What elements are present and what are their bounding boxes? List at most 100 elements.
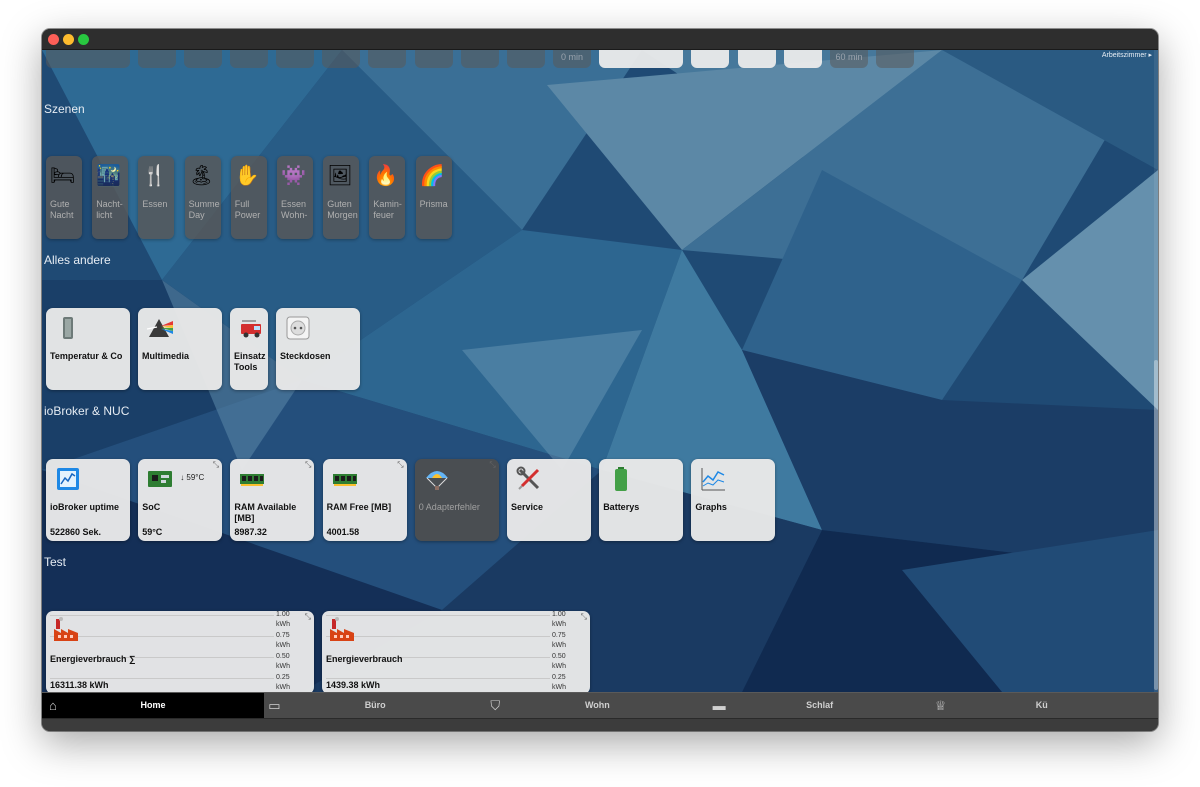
tile-power-socket[interactable]: Steckdosen — [276, 308, 360, 390]
circuit-board-icon — [147, 466, 173, 492]
chart-gridline — [50, 615, 274, 616]
section-title-scenes: Szenen — [44, 102, 85, 116]
resize-corner-icon: ⤡ — [397, 460, 404, 469]
scene-button[interactable]: 👾 Essen Wohn- — [277, 156, 313, 239]
scene-button[interactable]: 🔥 Kamin- feuer — [369, 156, 406, 239]
nav-tab-schlaf[interactable]: ▬ Schlaf — [709, 693, 931, 719]
tile-iobroker[interactable]: Batterys — [599, 459, 684, 541]
chart-gridline — [326, 615, 550, 616]
tile-thermometer[interactable]: Temperatur & Co — [46, 308, 130, 390]
scene-button[interactable]: ✋ Full Power — [230, 156, 267, 239]
scene-label: Kamin- feuer — [373, 199, 402, 220]
dashboard-content: Arbeitszimmer ▸ 0 min 60 min Szenen 🛏 Gute… — [42, 50, 1158, 692]
bed-icon: 🛏 — [50, 165, 76, 187]
minimize-window-button[interactable] — [63, 34, 74, 45]
close-window-button[interactable] — [48, 34, 59, 45]
nav-tab-kü[interactable]: ♕ Kü — [931, 693, 1153, 719]
nav-label: Home — [140, 700, 166, 710]
scene-button[interactable]: 🍴 Essen — [138, 156, 175, 239]
scene-button[interactable]: 🖼 Guten Morgen — [323, 156, 360, 239]
scene-label: Prisma — [419, 199, 448, 209]
tile-value: 8987.32 — [234, 527, 267, 537]
nav-label: Büro — [364, 700, 386, 710]
prism-icon — [146, 315, 173, 341]
energy-value: 16311.38 kWh — [50, 680, 109, 690]
top-tile[interactable] — [691, 50, 729, 68]
top-tile[interactable] — [46, 50, 130, 68]
power-socket-icon — [285, 315, 311, 341]
tile-label: Einsatz Tools — [234, 351, 266, 372]
top-tile[interactable] — [738, 50, 776, 68]
zoom-window-button[interactable] — [78, 34, 89, 45]
scene-label: Summe Day — [188, 199, 220, 220]
energy-chart-tile[interactable]: 1.00 kWh0.75 kWh0.50 kWh0.25 kWh0.00⤡Ene… — [46, 611, 314, 692]
tile-iobroker[interactable]: ⤡ RAM Free [MB] 4001.58 — [322, 459, 407, 541]
top-tile[interactable] — [368, 50, 406, 68]
tile-label: 0 Adapterfehler — [418, 502, 480, 512]
resize-corner-icon: ⤡ — [304, 460, 312, 469]
section-title-iobroker: ioBroker & NUC — [44, 404, 130, 418]
nav-tab-büro[interactable]: ▭ Büro — [264, 693, 486, 719]
tile-prism[interactable]: Multimedia — [138, 308, 222, 390]
top-tile[interactable] — [276, 50, 314, 68]
top-tile[interactable] — [599, 50, 683, 68]
section-title-others: Alles andere — [44, 253, 111, 267]
scene-button[interactable]: 🛏 Gute Nacht — [46, 156, 82, 239]
top-tile[interactable] — [138, 50, 176, 68]
top-tile-label: 60 min — [835, 52, 863, 62]
night-light-icon: 🌃 — [96, 165, 122, 187]
tile-iobroker[interactable]: ⤡ RAM Available [MB] 8987.32 — [230, 459, 315, 541]
scene-label: Essen Wohn- — [281, 199, 308, 220]
tile-iobroker[interactable]: ioBroker uptime 522860 Sek. — [46, 459, 130, 541]
tile-iobroker[interactable]: ⤡ 0 Adapterfehler — [414, 459, 499, 541]
ram-icon — [239, 466, 265, 492]
nav-label: Kü — [1035, 700, 1048, 710]
chart-axis-label: 0.50 kWh — [552, 653, 566, 670]
top-tile[interactable] — [784, 50, 822, 68]
chart-axis-label: 0.75 kWh — [276, 632, 290, 649]
beach-icon: 🏝 — [188, 165, 214, 187]
scene-button[interactable]: 🏝 Summe Day — [184, 156, 221, 239]
tile-label: Service — [511, 502, 544, 512]
resize-corner-icon: ⤡ — [212, 460, 220, 469]
top-tile[interactable] — [184, 50, 222, 68]
top-tile[interactable] — [507, 50, 545, 68]
top-tile[interactable]: 0 min — [553, 50, 591, 68]
scrollbar[interactable] — [1154, 50, 1158, 692]
top-tile[interactable] — [230, 50, 268, 68]
cookie-monster-icon: 👾 — [281, 165, 306, 187]
tile-label: Multimedia — [142, 351, 190, 361]
resize-corner-icon: ⤡ — [304, 612, 311, 621]
top-tile[interactable]: 60 min — [830, 50, 868, 68]
resize-corner-icon: ⤡ — [489, 460, 496, 469]
top-tile[interactable] — [461, 50, 499, 68]
nav-tab-home[interactable]: ⌂ Home — [42, 693, 264, 719]
tile-fire-truck[interactable]: Einsatz Tools — [230, 308, 268, 390]
top-tile[interactable] — [322, 50, 360, 68]
scene-button[interactable]: 🌃 Nacht- licht — [92, 156, 129, 239]
top-tile[interactable] — [876, 50, 914, 68]
tile-label: RAM Available [MB] — [234, 502, 297, 523]
scrollbar-thumb[interactable] — [1154, 360, 1158, 690]
nav-tab-wohn[interactable]: ⛉ Wohn — [486, 693, 708, 719]
factory-icon — [328, 617, 356, 643]
top-tile[interactable] — [415, 50, 453, 68]
chart-axis-label: 0.75 kWh — [552, 632, 566, 649]
tile-iobroker[interactable]: Graphs — [691, 459, 776, 541]
picture-frame-icon: 🖼 — [327, 165, 353, 187]
chart-axis-label: 0.50 kWh — [276, 653, 290, 670]
room-link-arbeitszimmer[interactable]: Arbeitszimmer ▸ — [1102, 51, 1152, 59]
energy-chart-tile[interactable]: 1.00 kWh0.75 kWh0.50 kWh0.25 kWh0.00⤡Ene… — [322, 611, 590, 692]
tile-iobroker[interactable]: Service — [507, 459, 591, 541]
tile-label: Temperatur & Co — [50, 351, 123, 361]
app-window: Arbeitszimmer ▸ 0 min 60 min Szenen 🛏 Gute… — [42, 29, 1158, 731]
tile-iobroker[interactable]: ⤡ ↓ 59°C SoC 59°C — [138, 459, 223, 541]
chart-axis-label: 0.25 kWh — [552, 674, 566, 691]
graph-icon — [700, 466, 726, 492]
scene-button[interactable]: 🌈 Prisma — [415, 156, 452, 239]
tile-label: Steckdosen — [280, 351, 331, 361]
tile-extra: ↓ 59°C — [180, 473, 205, 482]
nav-label: Schlaf — [806, 700, 834, 710]
tile-label: SoC — [142, 502, 161, 512]
fire-truck-icon — [239, 315, 265, 341]
